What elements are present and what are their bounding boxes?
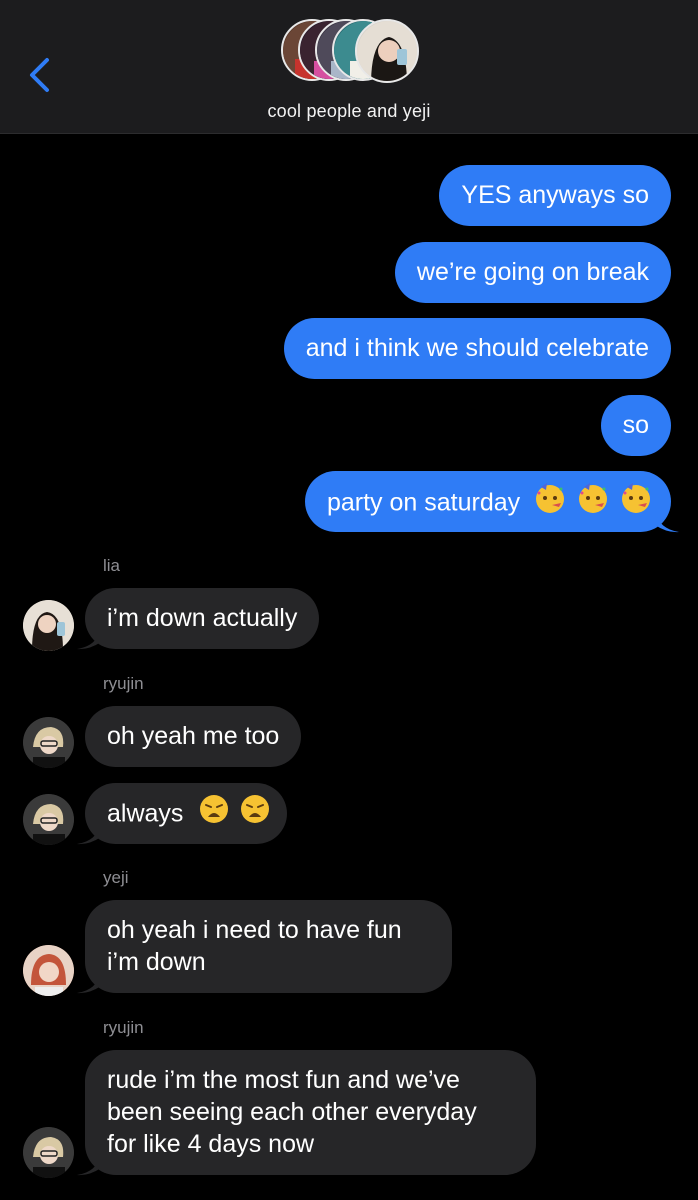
incoming-message[interactable]: always [85, 783, 288, 844]
bubble-tail [77, 972, 101, 994]
weary-face-icon [239, 793, 271, 833]
partying-face-icon [533, 481, 567, 523]
incoming-message[interactable]: oh yeah i need to have fun i’m down [85, 900, 452, 993]
avatar[interactable] [23, 794, 74, 845]
message-text: oh yeah me too [107, 722, 280, 750]
group-member-avatar [355, 19, 419, 83]
message-line: been seeing each other everyday [107, 1098, 477, 1126]
partying-face-icon [619, 481, 653, 523]
sender-name: yeji [103, 868, 129, 887]
bubble-tail [77, 628, 101, 650]
sender-name: lia [103, 556, 121, 575]
incoming-message[interactable]: i’m down actually [85, 588, 320, 649]
sender-name: ryujin [103, 1018, 144, 1037]
message-text: party on saturday [326, 488, 521, 517]
avatar[interactable] [23, 600, 74, 651]
chevron-left-icon [30, 58, 49, 92]
message-text: we’re going on break [416, 258, 649, 286]
message-line: rude i’m the most fun and we’ve [107, 1066, 460, 1094]
partying-face-icon [576, 481, 610, 523]
avatar[interactable] [23, 717, 74, 768]
avatar[interactable] [23, 1127, 74, 1178]
outgoing-message[interactable]: and i think we should celebrate [283, 318, 671, 379]
message-text: i’m down actually [107, 604, 298, 632]
outgoing-message[interactable]: YES anyways so [439, 165, 671, 226]
outgoing-message[interactable]: so [600, 395, 671, 456]
avatar[interactable] [23, 945, 74, 996]
outgoing-message[interactable]: we’re going on break [394, 242, 671, 303]
outgoing-message[interactable]: party on saturday [304, 471, 671, 532]
back-button[interactable] [20, 48, 60, 98]
conversation-header: cool people and yeji [0, 0, 698, 134]
weary-face-icon [198, 793, 230, 833]
message-line: i’m down [107, 948, 206, 976]
message-text: always [107, 799, 184, 828]
group-avatar-stack[interactable] [281, 19, 419, 85]
group-name[interactable]: cool people and yeji [0, 101, 698, 122]
bubble-tail [77, 823, 101, 845]
incoming-message[interactable]: rude i’m the most fun and we’ve been see… [85, 1050, 536, 1175]
bubble-tail [655, 511, 679, 533]
message-text: YES anyways so [461, 181, 649, 209]
message-text: and i think we should celebrate [305, 334, 649, 362]
message-text: so [622, 411, 649, 439]
message-line: oh yeah i need to have fun [107, 916, 402, 944]
incoming-message[interactable]: oh yeah me too [85, 706, 302, 767]
message-line: for like 4 days now [107, 1130, 315, 1158]
bubble-tail [77, 1154, 101, 1176]
sender-name: ryujin [103, 674, 144, 693]
